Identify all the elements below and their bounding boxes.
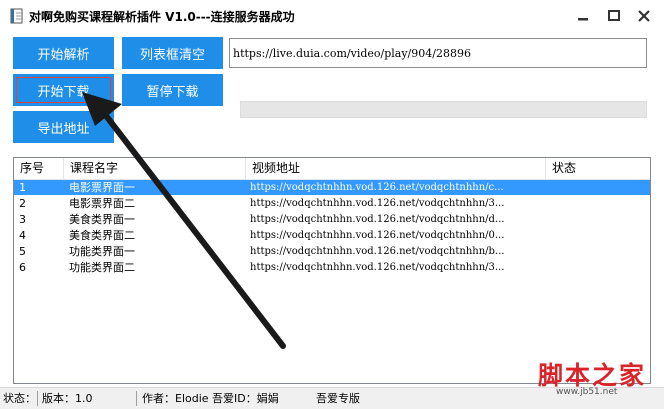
watermark: 脚本之家 www.jb51.net — [536, 356, 664, 400]
row-video-url: https://vodqchtnhhn.vod.126.net/vodqchtn… — [250, 214, 505, 225]
version-text: 版本：1.0 — [42, 392, 93, 405]
row-number: 2 — [19, 197, 26, 210]
course-list[interactable]: 序号 课程名字 视频地址 状态 1 电影票界面一 https://vodqcht… — [13, 157, 651, 384]
column-header-status[interactable]: 状态 — [546, 158, 650, 179]
start-download-button[interactable]: 开始下载 — [13, 74, 114, 106]
row-status — [546, 180, 650, 195]
minimize-icon[interactable] — [572, 6, 594, 26]
row-number: 4 — [19, 229, 26, 242]
list-row[interactable]: 6 功能类界面二 https://vodqchtnhhn.vod.126.net… — [14, 260, 650, 275]
list-row[interactable]: 1 电影票界面一 https://vodqchtnhhn.vod.126.net… — [14, 180, 650, 195]
list-row[interactable]: 3 美食类界面一 https://vodqchtnhhn.vod.126.net… — [14, 212, 650, 227]
row-course-name: 电影票界面二 — [69, 197, 135, 210]
download-progress — [240, 101, 647, 118]
column-header-url[interactable]: 视频地址 — [246, 158, 546, 179]
row-course-name: 功能类界面二 — [69, 261, 135, 274]
row-number: 3 — [19, 213, 26, 226]
row-status — [546, 196, 650, 211]
status-divider — [136, 391, 137, 406]
book-icon — [10, 8, 23, 24]
status-divider — [37, 391, 38, 406]
row-video-url: https://vodqchtnhhn.vod.126.net/vodqchtn… — [250, 182, 504, 193]
row-course-name: 电影票界面一 — [69, 181, 135, 194]
list-row[interactable]: 4 美食类界面二 https://vodqchtnhhn.vod.126.net… — [14, 228, 650, 243]
close-icon[interactable] — [633, 6, 655, 26]
row-status — [546, 244, 650, 259]
row-video-url: https://vodqchtnhhn.vod.126.net/vodqchtn… — [250, 246, 505, 257]
pause-download-button[interactable]: 暂停下载 — [122, 74, 223, 106]
row-course-name: 功能类界面一 — [69, 245, 135, 258]
list-header: 序号 课程名字 视频地址 状态 — [14, 158, 650, 180]
row-status — [546, 212, 650, 227]
window-title: 对啊免购买课程解析插件 V1.0---连接服务器成功 — [29, 10, 295, 24]
title-bar: 对啊免购买课程解析插件 V1.0---连接服务器成功 — [0, 0, 664, 32]
row-number: 1 — [19, 181, 26, 194]
focus-rect — [16, 77, 111, 103]
row-video-url: https://vodqchtnhhn.vod.126.net/vodqchtn… — [250, 262, 505, 273]
author-text: 作者：Elodie 吾爱ID：娟娟 — [142, 392, 279, 405]
column-header-name[interactable]: 课程名字 — [64, 158, 246, 179]
url-input[interactable] — [229, 38, 647, 68]
row-number: 5 — [19, 245, 26, 258]
row-video-url: https://vodqchtnhhn.vod.126.net/vodqchtn… — [250, 198, 505, 209]
row-video-url: https://vodqchtnhhn.vod.126.net/vodqchtn… — [250, 230, 505, 241]
watermark-url: www.jb51.net — [556, 387, 618, 397]
list-row[interactable]: 2 电影票界面二 https://vodqchtnhhn.vod.126.net… — [14, 196, 650, 211]
row-status — [546, 228, 650, 243]
status-label: 状态： — [3, 392, 36, 405]
row-number: 6 — [19, 261, 26, 274]
column-header-number[interactable]: 序号 — [14, 158, 64, 179]
row-course-name: 美食类界面一 — [69, 213, 135, 226]
start-parse-button[interactable]: 开始解析 — [13, 37, 114, 69]
list-row[interactable]: 5 功能类界面一 https://vodqchtnhhn.vod.126.net… — [14, 244, 650, 259]
clear-list-button[interactable]: 列表框清空 — [122, 37, 223, 69]
maximize-icon[interactable] — [603, 6, 625, 26]
row-status — [546, 260, 650, 275]
row-course-name: 美食类界面二 — [69, 229, 135, 242]
edition-text: 吾爱专版 — [316, 392, 360, 405]
export-address-button[interactable]: 导出地址 — [13, 111, 114, 143]
